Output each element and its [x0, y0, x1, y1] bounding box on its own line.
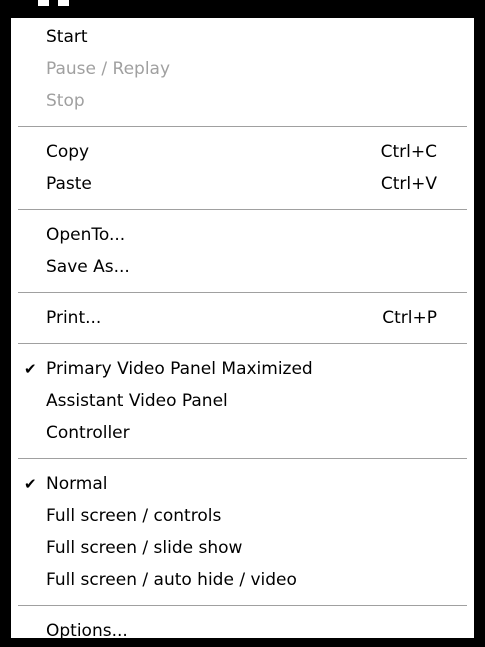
menu-item-opento[interactable]: OpenTo...	[11, 219, 474, 251]
menu-item-options[interactable]: Options...	[11, 615, 474, 647]
menu-item-label: OpenTo...	[46, 225, 126, 245]
strip-mark	[38, 0, 49, 6]
menu-item-controller[interactable]: Controller	[11, 417, 474, 449]
menu-item-label: Normal	[46, 474, 108, 494]
menu-item-paste[interactable]: Paste Ctrl+V	[11, 168, 474, 200]
menu-item-primary-video-panel-maximized[interactable]: ✔ Primary Video Panel Maximized	[11, 353, 474, 385]
menu-separator	[18, 343, 467, 344]
checkmark-icon: ✔	[24, 475, 37, 493]
menu-separator	[18, 605, 467, 606]
context-menu: Start Pause / Replay Stop Copy Ctrl+C Paste Ct…	[8, 18, 477, 641]
menu-separator	[18, 126, 467, 127]
menu-item-normal[interactable]: ✔ Normal	[11, 468, 474, 500]
menu-item-label: Options...	[46, 621, 128, 641]
menu-item-label: Copy	[46, 142, 90, 162]
menu-item-shortcut: Ctrl+C	[380, 142, 437, 162]
title-strip	[0, 0, 485, 18]
menu-item-stop: Stop	[11, 85, 474, 117]
strip-mark	[58, 0, 69, 6]
menu-item-label: Assistant Video Panel	[46, 391, 228, 411]
menu-item-label: Full screen / controls	[46, 506, 222, 526]
menu-item-full-screen-controls[interactable]: Full screen / controls	[11, 500, 474, 532]
menu-item-label: Paste	[46, 174, 92, 194]
menu-item-label: Full screen / slide show	[46, 538, 243, 558]
menu-item-label: Start	[46, 27, 88, 47]
menu-item-label: Controller	[46, 423, 130, 443]
menu-item-shortcut: Ctrl+V	[380, 174, 437, 194]
menu-item-shortcut: Ctrl+P	[382, 308, 437, 328]
menu-item-pause-replay: Pause / Replay	[11, 53, 474, 85]
menu-item-save-as[interactable]: Save As...	[11, 251, 474, 283]
menu-separator	[18, 209, 467, 210]
menu-item-start[interactable]: Start	[11, 21, 474, 53]
menu-item-label: Save As...	[46, 257, 130, 277]
checkmark-icon: ✔	[24, 360, 37, 378]
menu-item-label: Full screen / auto hide / video	[46, 570, 297, 590]
menu-item-full-screen-auto-hide-video[interactable]: Full screen / auto hide / video	[11, 564, 474, 596]
menu-item-full-screen-slide-show[interactable]: Full screen / slide show	[11, 532, 474, 564]
menu-separator	[18, 292, 467, 293]
menu-separator	[18, 458, 467, 459]
menu-item-label: Print...	[46, 308, 102, 328]
menu-item-label: Stop	[46, 91, 85, 111]
menu-item-label: Primary Video Panel Maximized	[46, 359, 313, 379]
menu-item-label: Pause / Replay	[46, 59, 171, 79]
menu-item-copy[interactable]: Copy Ctrl+C	[11, 136, 474, 168]
menu-item-assistant-video-panel[interactable]: Assistant Video Panel	[11, 385, 474, 417]
menu-item-print[interactable]: Print... Ctrl+P	[11, 302, 474, 334]
